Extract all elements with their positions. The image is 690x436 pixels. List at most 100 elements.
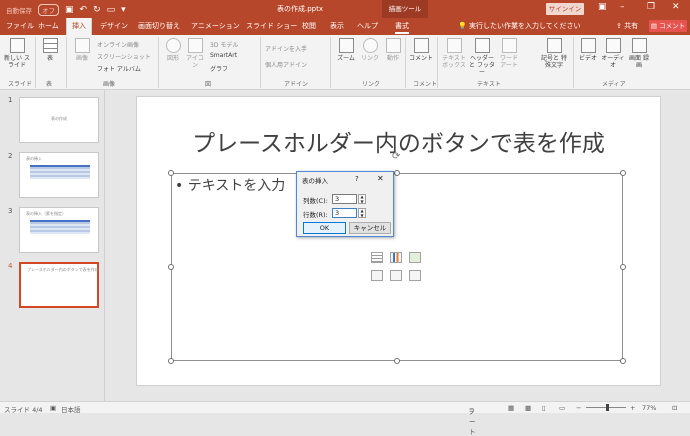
chart-button[interactable]: グラフ <box>210 64 228 73</box>
insert-picture-icon[interactable] <box>371 270 383 281</box>
resize-handle[interactable] <box>168 264 174 270</box>
screenshot-button[interactable]: スクリーンショット <box>97 52 151 61</box>
3d-models-button[interactable]: 3D モデル <box>210 40 238 49</box>
signin-button[interactable]: サインイン <box>546 3 584 15</box>
help-icon[interactable]: ? <box>355 175 359 183</box>
rows-input[interactable]: 3 <box>332 208 357 218</box>
my-addins-button[interactable]: 個人用アドイン <box>265 60 307 69</box>
share-button[interactable]: ⇪ 共有 <box>616 21 638 31</box>
slide-sorter-icon[interactable]: ▩ <box>525 404 531 412</box>
slide-thumbnail-1[interactable]: 表の作成 <box>19 97 99 143</box>
action-button[interactable]: 動作 <box>382 38 404 62</box>
slide-thumbnail-4[interactable]: プレースホルダー内のボタンで表を作成 <box>19 262 99 308</box>
rows-spinner[interactable]: ▲ ▼ <box>358 208 366 218</box>
tell-me-box[interactable]: 💡 実行したい作業を入力してください <box>458 21 581 31</box>
zoom-button[interactable]: ズーム <box>334 38 358 62</box>
header-footer-button[interactable]: ヘッダーと フッター <box>468 38 496 76</box>
insert-table-icon[interactable] <box>371 252 383 263</box>
video-label: ビデオ <box>578 55 597 62</box>
resize-handle[interactable] <box>168 358 174 364</box>
rotate-handle-icon[interactable]: ⟳ <box>392 151 400 162</box>
shapes-label: 図形 <box>166 55 179 62</box>
bullet-text-prompt[interactable]: • テキストを入力 <box>175 175 285 195</box>
minimize-icon[interactable]: – <box>620 2 625 12</box>
screen-recording-label: 画面 録画 <box>629 55 649 69</box>
thumbnail-number: 2 <box>8 152 13 160</box>
tab-design[interactable]: デザイン <box>100 21 128 31</box>
icons-button[interactable]: アイコン <box>184 38 206 69</box>
close-icon[interactable]: ✕ <box>672 2 680 12</box>
tab-transitions[interactable]: 画面切り替え <box>138 21 180 31</box>
insert-online-picture-icon[interactable] <box>390 270 402 281</box>
columns-spinner[interactable]: ▲ ▼ <box>358 194 366 204</box>
vertical-scrollbar[interactable] <box>677 90 689 401</box>
share-label: 共有 <box>624 22 639 30</box>
resize-handle[interactable] <box>394 358 400 364</box>
audio-button[interactable]: オーディオ <box>600 38 626 69</box>
tab-help[interactable]: ヘルプ <box>357 21 378 31</box>
table-button[interactable]: 表 <box>40 38 60 62</box>
textbox-button[interactable]: テキスト ボックス <box>441 38 467 69</box>
zoom-in-icon[interactable]: + <box>630 404 635 412</box>
get-addins-button[interactable]: アドインを入手 <box>265 44 307 53</box>
reading-view-icon[interactable]: ▯ <box>542 404 546 412</box>
ok-button[interactable]: OK <box>303 222 346 234</box>
tab-home[interactable]: ホーム <box>38 21 59 31</box>
link-icon <box>362 38 378 53</box>
tab-review[interactable]: 校閲 <box>302 21 316 31</box>
normal-view-icon[interactable]: ▦ <box>508 404 514 412</box>
shapes-button[interactable]: 図形 <box>163 38 183 62</box>
table-icon <box>42 38 58 53</box>
tab-view[interactable]: 表示 <box>330 21 344 31</box>
insert-video-icon[interactable] <box>409 270 421 281</box>
resize-handle[interactable] <box>168 170 174 176</box>
online-images-button[interactable]: オンライン画像 <box>97 40 139 49</box>
spin-down-icon[interactable]: ▼ <box>359 213 365 219</box>
insert-smartart-icon[interactable] <box>409 252 421 263</box>
resize-handle[interactable] <box>620 170 626 176</box>
smartart-button[interactable]: SmartArt <box>210 52 237 59</box>
tab-slideshow[interactable]: スライド ショー <box>246 21 297 31</box>
rows-label: 行数(R): <box>303 211 328 219</box>
slideshow-icon[interactable]: ▭ <box>559 404 565 412</box>
tab-animations[interactable]: アニメーション <box>191 21 240 31</box>
screen-recording-icon <box>631 38 647 53</box>
spellcheck-icon[interactable]: ▣ <box>50 404 56 412</box>
resize-handle[interactable] <box>620 358 626 364</box>
slide-thumbnail-3[interactable]: 表の挿入（罫を指定） <box>19 207 99 253</box>
resize-handle[interactable] <box>620 264 626 270</box>
dialog-close-icon[interactable]: ✕ <box>377 174 384 183</box>
screen-recording-button[interactable]: 画面 録画 <box>628 38 650 69</box>
link-button[interactable]: リンク <box>359 38 381 62</box>
comment-insert-button[interactable]: コメント <box>409 38 433 62</box>
zoom-level[interactable]: 77% <box>642 404 656 412</box>
speaker-icon <box>605 38 621 53</box>
photo-album-button[interactable]: フォト アルバム <box>97 64 141 73</box>
group-label-images: 画像 <box>103 81 116 88</box>
slide-thumbnail-2[interactable]: 表の挿入 <box>19 152 99 198</box>
group-label-illustrations: 図 <box>205 81 212 88</box>
wordart-button[interactable]: ワード アート <box>497 38 521 69</box>
video-button[interactable]: ビデオ <box>577 38 599 62</box>
new-slide-button[interactable]: 新しい スライド <box>3 38 31 69</box>
cancel-button[interactable]: キャンセル <box>349 222 391 234</box>
content-insert-icons <box>371 252 427 288</box>
tab-format[interactable]: 書式 <box>395 21 409 34</box>
zoom-out-icon[interactable]: − <box>576 404 581 412</box>
group-label-comments: コメント <box>413 81 438 88</box>
spin-down-icon[interactable]: ▼ <box>359 199 365 205</box>
resize-handle[interactable] <box>394 170 400 176</box>
insert-chart-icon[interactable] <box>390 252 402 263</box>
comments-button[interactable]: ▤ コメント <box>649 20 687 32</box>
ribbon-display-options-icon[interactable]: ▣ <box>598 2 607 12</box>
tab-file[interactable]: ファイル <box>6 21 34 31</box>
zoom-slider-thumb[interactable] <box>606 404 609 411</box>
tab-insert[interactable]: 挿入 <box>66 18 92 35</box>
maximize-icon[interactable]: ❐ <box>647 2 655 12</box>
columns-input[interactable]: 3 <box>332 194 357 204</box>
symbol-button[interactable]: 記号と 特殊文字 <box>539 38 569 69</box>
thumbnail-number: 4 <box>8 262 13 270</box>
fit-to-window-icon[interactable]: ⊡ <box>672 404 677 412</box>
images-button[interactable]: 画像 <box>72 38 92 62</box>
slide-thumbnails-pane: 1 表の作成 2 表の挿入 3 表の挿入（罫を指定） 4 プレースホルダー内のボ… <box>0 90 105 401</box>
